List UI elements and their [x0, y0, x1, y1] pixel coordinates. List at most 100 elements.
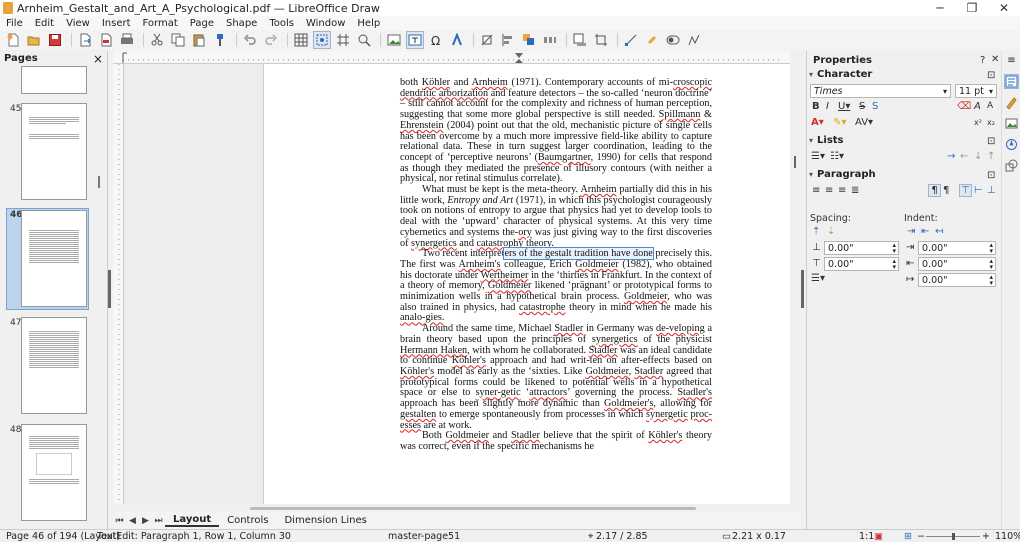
font-size-combo[interactable]: 11 pt ▾ — [955, 84, 997, 98]
menu-format[interactable]: Format — [137, 18, 184, 29]
shadow-text-icon[interactable]: S — [872, 101, 878, 112]
redo-icon[interactable] — [262, 31, 280, 49]
text-paragraph[interactable]: Around the same time, Michael Stadler in… — [400, 323, 712, 431]
underline-icon[interactable]: U▾ — [838, 101, 850, 112]
sidebar-menu-icon[interactable]: ≡ — [1004, 53, 1019, 68]
tab-layout[interactable]: Layout — [165, 514, 220, 527]
justify-icon[interactable]: ≣ — [851, 185, 859, 196]
minimize-button[interactable]: ─ — [924, 1, 956, 15]
increase-spacing-icon[interactable]: ⇡ — [812, 226, 820, 237]
grid-icon[interactable] — [292, 31, 310, 49]
special-character-icon[interactable]: Ω — [427, 31, 445, 49]
below-paragraph-spacing-field[interactable]: 0.00" ▴ ▾ — [824, 257, 899, 271]
export-icon[interactable] — [76, 31, 94, 49]
arrange-icon[interactable] — [520, 31, 538, 49]
page-thumbnail-47[interactable] — [21, 317, 87, 414]
first-line-indent-field[interactable]: 0.00" ▴ ▾ — [918, 273, 996, 287]
lists-more-options-icon[interactable]: ⊡ — [987, 136, 995, 147]
promote-icon[interactable]: ← — [960, 151, 968, 162]
align-objects-icon[interactable] — [499, 31, 517, 49]
align-bottom-icon[interactable]: ⊥ — [987, 185, 996, 196]
vertical-scrollbar[interactable] — [790, 64, 800, 504]
distribute-icon[interactable] — [541, 31, 559, 49]
close-sidebar-icon[interactable]: ✕ — [991, 54, 999, 65]
paragraph-section-header[interactable]: ▾ Paragraph — [809, 169, 876, 180]
cut-icon[interactable] — [148, 31, 166, 49]
tab-dimension-lines[interactable]: Dimension Lines — [276, 515, 374, 526]
last-tab-icon[interactable]: ⏭ — [152, 516, 165, 526]
maximize-button[interactable]: ❐ — [956, 1, 988, 15]
transformations-icon[interactable] — [478, 31, 496, 49]
insert-image-icon[interactable] — [385, 31, 403, 49]
text-paragraph[interactable]: Both Goldmeier and Stadler believe that … — [400, 430, 712, 452]
shapes-deck-icon[interactable] — [1004, 158, 1019, 173]
open-icon[interactable] — [25, 31, 43, 49]
menu-insert[interactable]: Insert — [96, 18, 137, 29]
shadow-icon[interactable] — [571, 31, 589, 49]
font-name-combo[interactable]: Times ▾ — [810, 84, 951, 98]
align-middle-icon[interactable]: ⊢ — [974, 185, 983, 196]
zoom-pan-icon[interactable] — [355, 31, 373, 49]
menu-view[interactable]: View — [60, 18, 96, 29]
ordered-list-icon[interactable]: ☷▾ — [830, 151, 844, 162]
after-text-indent-field[interactable]: 0.00" ▴ ▾ — [918, 257, 996, 271]
align-right-icon[interactable]: ≡ — [838, 185, 846, 196]
subscript-icon[interactable]: x₂ — [987, 118, 995, 127]
paste-icon[interactable] — [190, 31, 208, 49]
strikethrough-icon[interactable]: S — [859, 101, 865, 112]
tab-controls[interactable]: Controls — [219, 515, 276, 526]
gallery-deck-icon[interactable] — [1004, 116, 1019, 131]
clear-formatting-icon[interactable]: ⌫ — [957, 101, 971, 112]
master-page-status[interactable]: master-page51 — [388, 531, 460, 542]
increase-indent-icon[interactable]: ⇥ — [907, 226, 915, 237]
highlight-color-icon[interactable]: ✎▾ — [833, 117, 846, 128]
save-icon[interactable] — [46, 31, 64, 49]
font-color-icon[interactable]: A▾ — [811, 117, 824, 128]
next-tab-icon[interactable]: ▶ — [139, 516, 152, 526]
zoom-slider-handle[interactable] — [952, 533, 955, 540]
move-down-icon[interactable]: ↓ — [974, 151, 982, 162]
text-paragraph[interactable]: both Köhler and Arnheim (1971). Contempo… — [400, 77, 712, 185]
first-tab-icon[interactable]: ⏮ — [113, 516, 126, 526]
character-spacing-icon[interactable]: AV▾ — [855, 117, 873, 128]
scale-status[interactable]: 1:1 — [859, 531, 874, 542]
sidebar-splitter-handle[interactable] — [801, 270, 804, 308]
gluepoints-icon[interactable] — [643, 31, 661, 49]
properties-deck-icon[interactable] — [1004, 74, 1019, 89]
decrease-spacing-icon[interactable]: ⇣ — [827, 226, 835, 237]
superscript-icon[interactable]: x² — [974, 118, 982, 127]
align-left-icon[interactable]: ≡ — [812, 185, 820, 196]
menu-shape[interactable]: Shape — [220, 18, 263, 29]
pdf-text-column[interactable]: both Köhler and Arnheim (1971). Contempo… — [400, 77, 712, 453]
previous-tab-icon[interactable]: ◀ — [126, 516, 139, 526]
unordered-list-icon[interactable]: ☰▾ — [811, 151, 825, 162]
hanging-indent-icon[interactable]: ↤ — [935, 226, 943, 237]
help-icon[interactable]: ? — [980, 55, 985, 66]
above-paragraph-spacing-field[interactable]: 0.00" ▴ ▾ — [824, 241, 899, 255]
move-up-icon[interactable]: ↑ — [987, 151, 995, 162]
crop-icon[interactable] — [592, 31, 610, 49]
before-text-indent-field[interactable]: 0.00" ▴ ▾ — [918, 241, 996, 255]
fontwork-icon[interactable] — [448, 31, 466, 49]
snap-guides-icon[interactable] — [313, 31, 331, 49]
horizontal-scrollbar[interactable] — [250, 507, 696, 510]
shrink-font-icon[interactable]: A — [987, 101, 993, 111]
grow-font-icon[interactable]: A — [974, 101, 981, 112]
character-more-options-icon[interactable]: ⊡ — [987, 70, 995, 81]
decrease-indent-icon[interactable]: ⇤ — [921, 226, 929, 237]
zoom-in-button[interactable]: + — [982, 531, 990, 542]
pane-splitter-handle[interactable] — [108, 270, 111, 308]
menu-file[interactable]: File — [0, 18, 29, 29]
fit-page-icon[interactable]: ⊞ — [904, 531, 912, 542]
menu-edit[interactable]: Edit — [29, 18, 60, 29]
character-section-header[interactable]: ▾ Character — [809, 69, 872, 80]
points-icon[interactable] — [622, 31, 640, 49]
helplines-icon[interactable] — [334, 31, 352, 49]
menu-window[interactable]: Window — [300, 18, 351, 29]
copy-icon[interactable] — [169, 31, 187, 49]
clone-formatting-icon[interactable] — [211, 31, 229, 49]
print-icon[interactable] — [118, 31, 136, 49]
align-top-icon[interactable]: ⊤ — [959, 184, 972, 197]
styles-deck-icon[interactable] — [1004, 95, 1019, 110]
export-pdf-icon[interactable] — [97, 31, 115, 49]
